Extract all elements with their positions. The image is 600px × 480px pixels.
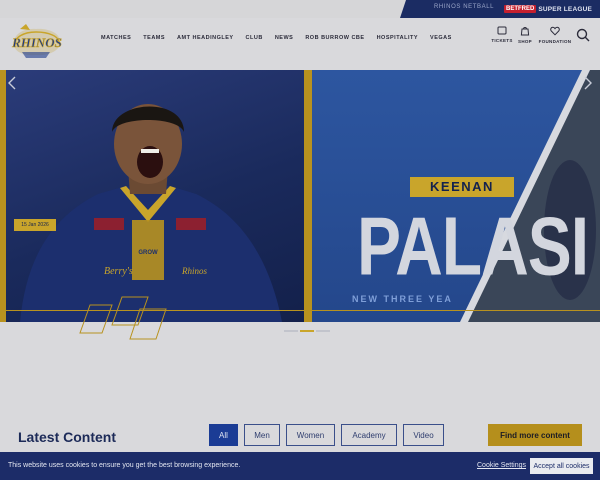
chevron-right-icon[interactable] [582, 76, 594, 90]
betfred-mark: BETFRED [504, 5, 537, 13]
nav-rob-burrow-cbe[interactable]: ROB BURROW CBE [305, 35, 364, 41]
shirt-sponsor: Berry's [104, 266, 133, 277]
search-icon[interactable] [576, 28, 590, 42]
cookie-settings-link[interactable]: Cookie Settings [477, 462, 526, 469]
foundation-label: FOUNDATION [538, 39, 572, 44]
hero-headline: PALASI [357, 199, 589, 292]
hero-divider-stripe [304, 70, 312, 322]
content-filters: All Men Women Academy Video [209, 424, 450, 446]
shop-label: SHOP [518, 39, 532, 44]
carousel-dot-2[interactable] [300, 330, 314, 332]
rhinos-netball-link[interactable]: RHINOS NETBALL [434, 4, 494, 10]
nav-teams[interactable]: TEAMS [143, 35, 165, 41]
filter-women[interactable]: Women [286, 424, 335, 446]
nav-matches[interactable]: MATCHES [101, 35, 131, 41]
carousel-dot-1[interactable] [284, 330, 298, 332]
nav-news[interactable]: NEWS [275, 35, 294, 41]
filter-academy[interactable]: Academy [341, 424, 397, 446]
svg-text:Rhinos: Rhinos [181, 266, 207, 276]
hero-carousel[interactable]: GROW Berry's Rhinos KEENAN PALASI NEW TH… [0, 70, 600, 322]
super-league-logo[interactable]: BETFRED SUPER LEAGUE [504, 3, 592, 15]
nav-vegas[interactable]: VEGAS [430, 35, 452, 41]
hero-subline: NEW THREE YEA [352, 294, 453, 304]
cookie-message: This website uses cookies to ensure you … [8, 462, 241, 469]
nav-hospitality[interactable]: HOSPITALITY [377, 35, 418, 41]
main-nav: MATCHES TEAMS AMT HEADINGLEY CLUB NEWS R… [101, 35, 464, 41]
logo-wordmark: RHINOS [11, 35, 62, 50]
hero-date-badge: 15 Jan 2026 [14, 219, 56, 231]
shop-button[interactable]: SHOP [508, 26, 542, 44]
hero-kicker: KEENAN [410, 177, 514, 197]
heart-icon [550, 26, 560, 36]
chevron-left-icon[interactable] [6, 76, 18, 90]
svg-text:GROW: GROW [138, 250, 158, 256]
filter-video[interactable]: Video [403, 424, 444, 446]
nav-amt-headingley[interactable]: AMT HEADINGLEY [177, 35, 234, 41]
nav-club[interactable]: CLUB [246, 35, 263, 41]
site-header: RHINOS MATCHES TEAMS AMT HEADINGLEY CLUB… [0, 18, 600, 70]
carousel-dot-3[interactable] [316, 330, 330, 332]
utility-bar: RHINOS NETBALL BETFRED SUPER LEAGUE [0, 0, 600, 18]
carousel-pagination [284, 330, 330, 332]
find-more-content-button[interactable]: Find more content [488, 424, 582, 446]
decorative-parallelograms [79, 296, 167, 340]
ticket-icon [497, 26, 507, 35]
filter-all[interactable]: All [209, 424, 238, 446]
rhinos-crest-logo[interactable]: RHINOS [8, 20, 66, 60]
filter-men[interactable]: Men [244, 424, 280, 446]
accept-cookies-button[interactable]: Accept all cookies [530, 458, 593, 474]
foundation-button[interactable]: FOUNDATION [538, 26, 572, 44]
bag-icon [520, 27, 530, 36]
latest-content-title: Latest Content [18, 429, 116, 445]
cookie-banner: This website uses cookies to ensure you … [0, 452, 600, 480]
player-photo: GROW Berry's Rhinos [20, 104, 282, 322]
super-league-wordmark: SUPER LEAGUE [538, 5, 593, 13]
